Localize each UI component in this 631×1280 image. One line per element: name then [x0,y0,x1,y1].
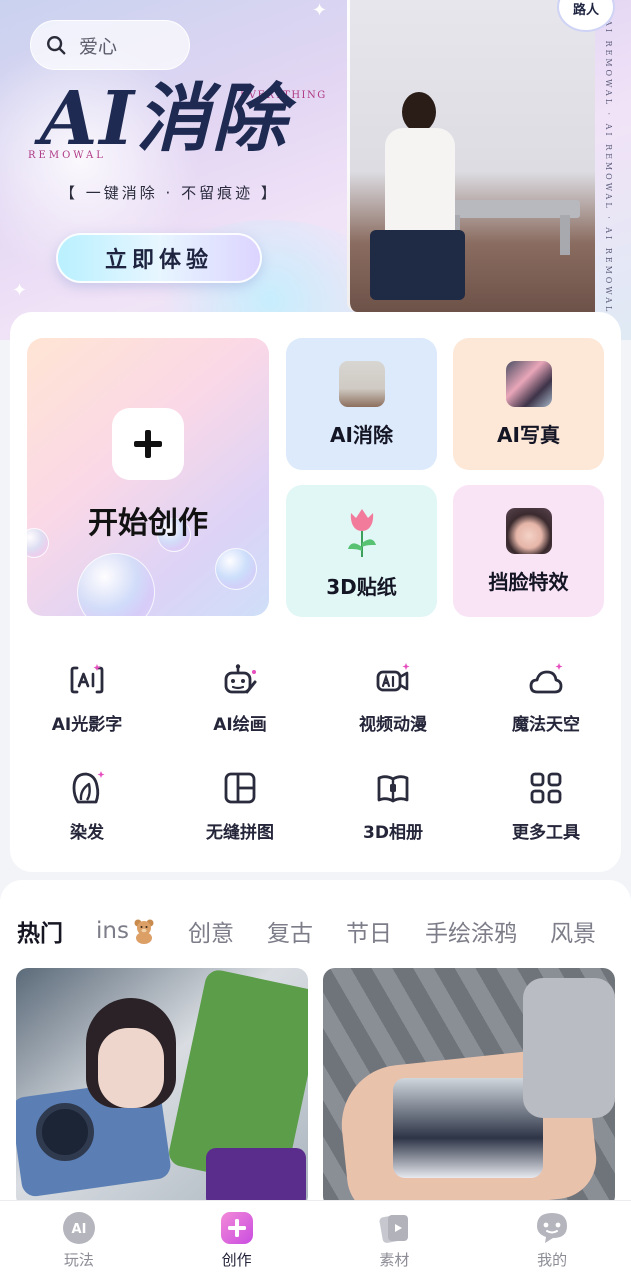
tab-hot[interactable]: 热门 [17,914,63,948]
tool-ai-paint[interactable]: AI绘画 [170,662,310,742]
play-badge-text: AI [71,1222,86,1237]
tool-label: 染发 [70,823,104,843]
video-ai-icon [376,663,410,692]
search-icon [47,36,66,55]
tool-label: 魔法天空 [512,715,580,735]
banner-side-text: AI REMOWAL · AI REMOWAL · AI REMOWAL [604,20,613,315]
grid-icon [530,772,562,804]
plus-icon [112,408,184,480]
tool-3d-album[interactable]: 3D相册 [323,770,463,850]
nav-label: 创作 [221,1251,252,1269]
cards-icon [377,1211,411,1245]
nav-play[interactable]: AI 玩法 [0,1201,158,1280]
nav-label: 素材 [379,1251,410,1269]
category-tabs: 热门 ins 创意 复古 节日 手绘涂鸦 风景 [17,914,629,948]
tile-label: 3D贴纸 [326,574,397,599]
start-create-label: 开始创作 [88,506,208,541]
ai-remove-thumb [338,360,385,407]
album-icon [377,775,409,803]
tool-video-anime[interactable]: 视频动漫 [323,662,463,742]
robot-paint-icon [224,664,257,694]
tool-label: AI绘画 [213,715,267,735]
ai-play-icon: AI [62,1211,96,1245]
feed-card[interactable] [16,968,308,1208]
tab-retro[interactable]: 复古 [267,914,313,948]
banner-subtitle: 【 一键消除 · 不留痕迹 】 [60,184,279,202]
tool-label: 更多工具 [512,823,580,843]
nav-mine[interactable]: 我的 [473,1201,631,1280]
tab-doodle[interactable]: 手绘涂鸦 [425,914,517,948]
collage-icon [224,772,256,804]
banner-removal-text: REMOWAL [28,150,106,161]
tulip-icon [347,508,376,557]
tool-ai-light-text[interactable]: AI光影字 [17,662,157,742]
hero-banner[interactable]: ✦ ✦ 爱心 EVERYTHING AI消除 REMOWAL 【 一键消除 · … [0,0,631,340]
search-placeholder: 爱心 [79,35,118,58]
tab-festival[interactable]: 节日 [346,914,392,948]
tile-label: 挡脸特效 [488,569,569,594]
tool-label: AI光影字 [51,715,123,735]
tile-label: AI写真 [497,422,560,447]
tab-scenery[interactable]: 风景 [550,914,596,948]
tile-ai-remove[interactable]: AI消除 [286,338,437,470]
bottom-nav: AI 玩法 创作 素材 我的 [0,1200,631,1280]
hair-dye-icon [72,771,105,804]
profile-chat-icon [535,1211,569,1245]
nav-label: 玩法 [63,1251,94,1269]
plus-icon [220,1211,254,1245]
nav-create[interactable]: 创作 [158,1201,316,1280]
feed-card[interactable] [323,968,615,1208]
try-now-button[interactable]: 立即体验 [56,233,262,283]
tab-ins[interactable]: ins [96,914,155,948]
nav-materials[interactable]: 素材 [316,1201,474,1280]
search-input[interactable]: 爱心 [30,20,190,70]
create-panel: 开始创作 AI消除 AI写真 3D贴纸 挡脸特效 AI光影字 AI绘画 视频动漫… [10,312,621,872]
nav-label: 我的 [537,1251,568,1269]
tile-face-cover[interactable]: 挡脸特效 [453,485,604,617]
banner-photo [347,0,595,312]
tool-magic-sky[interactable]: 魔法天空 [476,662,616,742]
sparkle-icon: ✦ [12,280,28,301]
ai-portrait-thumb [505,360,552,407]
tab-creative[interactable]: 创意 [188,914,234,948]
banner-title: AI消除 [40,76,289,162]
sparkle-icon: ✦ [312,0,328,21]
teddy-bear-icon [133,918,155,944]
tab-label: ins [96,918,129,944]
cloud-sparkle-icon [529,663,563,694]
ai-text-icon [70,664,104,694]
tool-label: 3D相册 [363,823,423,843]
tile-label: AI消除 [330,422,393,447]
tile-3d-sticker[interactable]: 3D贴纸 [286,485,437,617]
tool-label: 无缝拼图 [206,823,274,843]
tool-seamless-collage[interactable]: 无缝拼图 [170,770,310,850]
face-cover-thumb [505,507,552,554]
start-create-card[interactable]: 开始创作 [27,338,269,616]
tile-ai-portrait[interactable]: AI写真 [453,338,604,470]
tool-more-tools[interactable]: 更多工具 [476,770,616,850]
tool-hair-dye[interactable]: 染发 [17,770,157,850]
tool-label: 视频动漫 [359,715,427,735]
